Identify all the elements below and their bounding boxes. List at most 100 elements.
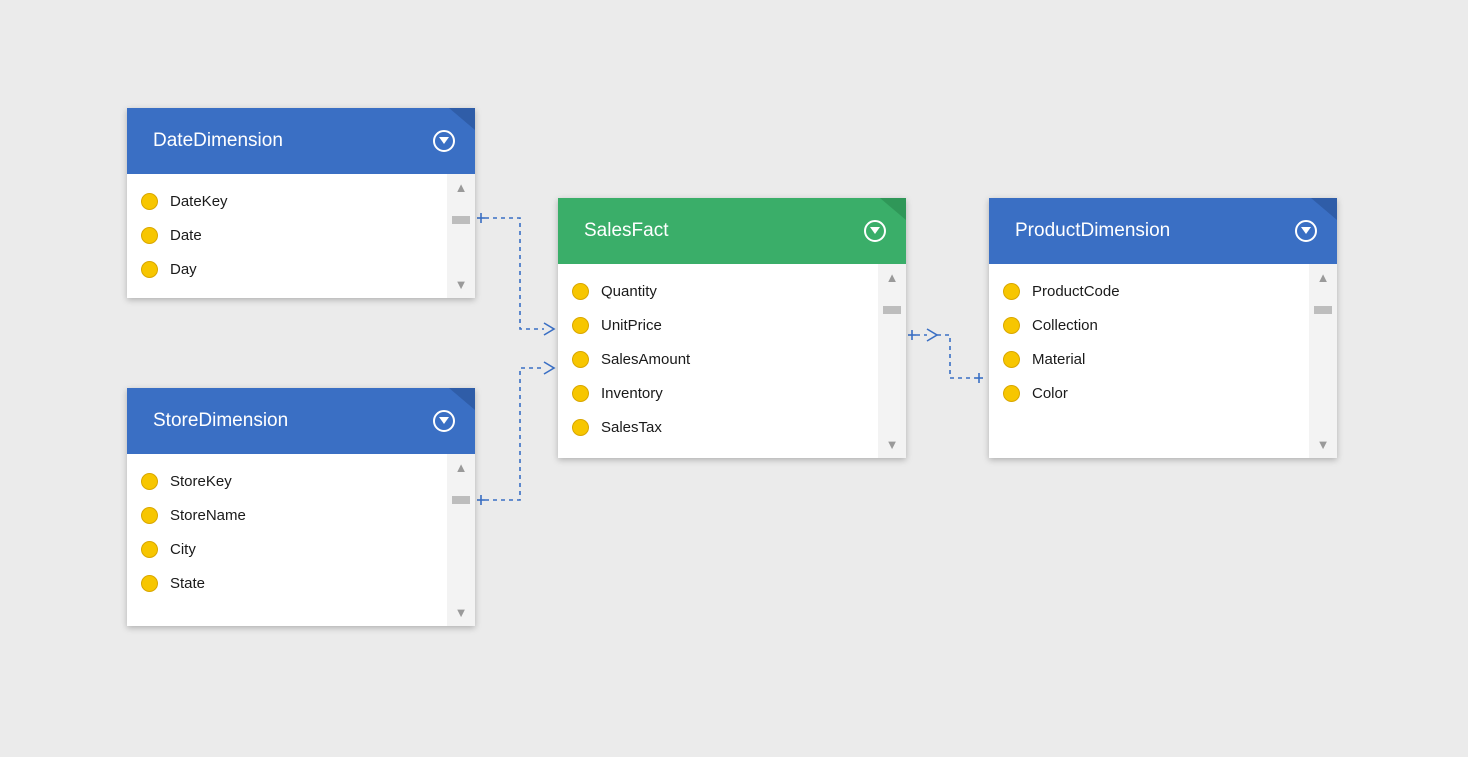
table-body: StoreKeyStoreNameCityState▲▼ <box>127 454 475 626</box>
field-row[interactable]: SalesTax <box>558 410 878 444</box>
field-label: Material <box>1032 351 1085 368</box>
field-row[interactable]: State <box>127 566 447 600</box>
scroll-down-icon[interactable]: ▼ <box>455 277 468 292</box>
scroll-down-icon[interactable]: ▼ <box>886 437 899 452</box>
field-dot-icon <box>572 351 589 368</box>
field-label: StoreName <box>170 507 246 524</box>
collapse-button[interactable] <box>433 410 455 432</box>
field-row[interactable]: SalesAmount <box>558 342 878 376</box>
scrollbar[interactable]: ▲▼ <box>878 264 906 458</box>
field-dot-icon <box>1003 317 1020 334</box>
field-label: SalesTax <box>601 419 662 436</box>
scrollbar[interactable]: ▲▼ <box>1309 264 1337 458</box>
field-row[interactable]: Quantity <box>558 274 878 308</box>
field-dot-icon <box>1003 351 1020 368</box>
connection-sales-to-product <box>908 329 983 383</box>
field-dot-icon <box>572 283 589 300</box>
table-title: DateDimension <box>153 130 283 152</box>
field-list: Quantity UnitPrice SalesAmount Inventory Sal… <box>558 264 878 458</box>
field-row[interactable]: UnitPrice <box>558 308 878 342</box>
field-dot-icon <box>1003 385 1020 402</box>
table-product_dimension[interactable]: ProductDimension ProductCode Collection Mat… <box>989 198 1337 458</box>
field-label: DateKey <box>170 193 228 210</box>
scroll-thumb[interactable] <box>452 216 470 224</box>
field-label: UnitPrice <box>601 317 662 334</box>
collapse-button[interactable] <box>1295 220 1317 242</box>
field-label: Collection <box>1032 317 1098 334</box>
field-dot-icon <box>141 575 158 592</box>
field-row[interactable]: Material <box>989 342 1309 376</box>
diagram-canvas[interactable]: DateDimensionDateKeyDateDay▲▼StoreDimens… <box>0 0 1468 757</box>
field-row[interactable]: StoreKey <box>127 464 447 498</box>
field-label: Day <box>170 261 197 278</box>
field-dot-icon <box>141 193 158 210</box>
table-header[interactable]: StoreDimension <box>127 388 475 454</box>
field-label: ProductCode <box>1032 283 1120 300</box>
scroll-thumb[interactable] <box>452 496 470 504</box>
collapse-button[interactable] <box>864 220 886 242</box>
scrollbar[interactable]: ▲▼ <box>447 174 475 298</box>
header-corner-fold <box>1311 198 1337 220</box>
scrollbar[interactable]: ▲▼ <box>447 454 475 626</box>
scroll-up-icon[interactable]: ▲ <box>455 460 468 475</box>
field-row[interactable]: Day <box>127 252 447 286</box>
field-label: Date <box>170 227 202 244</box>
field-list: ProductCode Collection Material Color <box>989 264 1309 458</box>
scroll-down-icon[interactable]: ▼ <box>1317 437 1330 452</box>
table-body: DateKeyDateDay▲▼ <box>127 174 475 298</box>
table-sales_fact[interactable]: SalesFact Quantity UnitPrice SalesAmount Inv… <box>558 198 906 458</box>
table-store_dimension[interactable]: StoreDimension StoreKey StoreName City State… <box>127 388 475 626</box>
connection-date-to-sales <box>477 213 554 335</box>
field-dot-icon <box>572 385 589 402</box>
field-row[interactable]: StoreName <box>127 498 447 532</box>
field-label: Color <box>1032 385 1068 402</box>
table-title: ProductDimension <box>1015 220 1170 242</box>
collapse-button[interactable] <box>433 130 455 152</box>
scroll-up-icon[interactable]: ▲ <box>1317 270 1330 285</box>
table-header[interactable]: DateDimension <box>127 108 475 174</box>
field-label: StoreKey <box>170 473 232 490</box>
table-body: ProductCodeCollectionMaterialColor▲▼ <box>989 264 1337 458</box>
connection-store-to-sales <box>477 362 554 505</box>
field-row[interactable]: Collection <box>989 308 1309 342</box>
field-row[interactable]: Date <box>127 218 447 252</box>
scroll-down-icon[interactable]: ▼ <box>455 605 468 620</box>
field-label: State <box>170 575 205 592</box>
field-row[interactable]: ProductCode <box>989 274 1309 308</box>
table-header[interactable]: ProductDimension <box>989 198 1337 264</box>
field-dot-icon <box>572 419 589 436</box>
triangle-down-icon <box>439 417 449 425</box>
field-label: Inventory <box>601 385 663 402</box>
scroll-up-icon[interactable]: ▲ <box>455 180 468 195</box>
scroll-up-icon[interactable]: ▲ <box>886 270 899 285</box>
field-row[interactable]: DateKey <box>127 184 447 218</box>
field-dot-icon <box>572 317 589 334</box>
field-list: StoreKey StoreName City State <box>127 454 447 626</box>
field-row[interactable]: Color <box>989 376 1309 410</box>
field-dot-icon <box>141 507 158 524</box>
field-label: SalesAmount <box>601 351 690 368</box>
triangle-down-icon <box>439 137 449 145</box>
field-label: City <box>170 541 196 558</box>
field-label: Quantity <box>601 283 657 300</box>
table-date_dimension[interactable]: DateDimensionDateKeyDateDay▲▼ <box>127 108 475 298</box>
triangle-down-icon <box>1301 227 1311 235</box>
table-header[interactable]: SalesFact <box>558 198 906 264</box>
field-dot-icon <box>141 227 158 244</box>
table-body: Quantity UnitPrice SalesAmount Inventory Sal… <box>558 264 906 458</box>
scroll-thumb[interactable] <box>1314 306 1332 314</box>
header-corner-fold <box>449 388 475 410</box>
field-dot-icon <box>141 473 158 490</box>
triangle-down-icon <box>870 227 880 235</box>
field-dot-icon <box>141 541 158 558</box>
table-title: StoreDimension <box>153 410 288 432</box>
table-title: SalesFact <box>584 220 668 242</box>
field-dot-icon <box>141 261 158 278</box>
field-row[interactable]: Inventory <box>558 376 878 410</box>
field-list: DateKey Date Day <box>127 174 447 298</box>
header-corner-fold <box>449 108 475 130</box>
header-corner-fold <box>880 198 906 220</box>
scroll-thumb[interactable] <box>883 306 901 314</box>
field-dot-icon <box>1003 283 1020 300</box>
field-row[interactable]: City <box>127 532 447 566</box>
